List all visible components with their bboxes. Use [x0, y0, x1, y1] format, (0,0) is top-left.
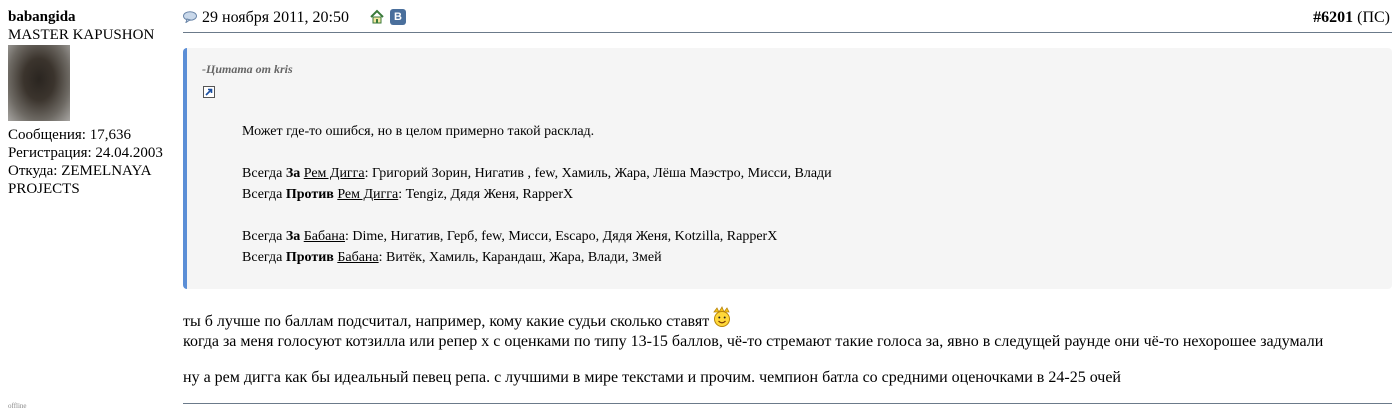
post-divider — [183, 403, 1392, 404]
quote-bold: Против — [285, 187, 334, 202]
post-number-suffix: (ПС) — [1353, 9, 1390, 26]
user-posts: Сообщения: 17,636 — [8, 127, 131, 143]
post-icon — [183, 10, 198, 28]
quote-prefix: Всегда — [242, 166, 286, 181]
quote-line: Всегда Против Бабана: Витёк, Хамиль, Кар… — [242, 247, 832, 268]
quote-name: Рем Дигга — [303, 166, 365, 181]
link-icon[interactable] — [203, 86, 215, 98]
message-text: ты б лучше по баллам подсчитал, например… — [183, 313, 710, 330]
quote-name: Рем Дигга — [337, 187, 399, 202]
quote-rest: : Dime, Нигатив, Герб, few, Мисси, Escap… — [345, 229, 778, 244]
post-number[interactable]: #6201 (ПС) — [1313, 9, 1390, 27]
user-panel: babangida MASTER KAPUSHON Сообщения: 17,… — [8, 8, 176, 198]
quote-prefix: Всегда — [242, 250, 286, 265]
quote-prefix: Всегда — [242, 229, 286, 244]
post-date: 29 ноября 2011, 20:50 — [202, 9, 349, 26]
quote-rest: : Витёк, Хамиль, Карандаш, Жара, Влади, … — [378, 250, 662, 265]
user-registration: Регистрация: 24.04.2003 — [8, 145, 163, 161]
post-header: 29 ноября 2011, 20:50 В #6201 (ПС) — [183, 8, 1392, 33]
quote-title: -Цитата от kris — [202, 62, 293, 76]
quote-line: Всегда Против Рем Дигга: Tengiz, Дядя Же… — [242, 184, 832, 205]
quote-rest: : Tengiz, Дядя Женя, RapperX — [398, 187, 574, 202]
quote-block: -Цитата от kris Может где-то ошибся, но … — [183, 48, 1392, 289]
offline-status: offline — [8, 402, 27, 410]
quote-name: Бабана — [337, 250, 379, 265]
post-message: ты б лучше по баллам подсчитал, например… — [183, 306, 1323, 387]
post-number-value: #6201 — [1313, 9, 1354, 26]
quote-prefix: Всегда — [242, 187, 286, 202]
message-line: ну а рем дигга как бы идеальный певец ре… — [183, 369, 1121, 386]
smiley-icon — [711, 306, 733, 333]
quote-bold: За — [285, 229, 301, 244]
quote-rest: : Григорий Зорин, Нигатив , few, Хамиль,… — [364, 166, 832, 181]
vk-icon[interactable]: В — [390, 9, 406, 25]
quote-intro: Может где-то ошибся, но в целом примерно… — [242, 124, 595, 139]
message-line: когда за меня голосуют котзилла или репе… — [183, 333, 1324, 350]
message-line: ты б лучше по баллам подсчитал, например… — [183, 306, 1323, 333]
quote-name: Бабана — [303, 229, 346, 244]
avatar[interactable] — [8, 45, 70, 121]
user-location: Откуда: ZEMELNAYA PROJECTS — [8, 163, 151, 197]
home-icon[interactable] — [369, 9, 385, 30]
user-rank: MASTER KAPUSHON — [8, 27, 155, 43]
username[interactable]: babangida — [8, 8, 176, 26]
quote-bold: За — [285, 166, 301, 181]
quote-body: Может где-то ошибся, но в целом примерно… — [242, 121, 832, 268]
quote-line: Всегда За Бабана: Dime, Нигатив, Герб, f… — [242, 226, 832, 247]
quote-line: Всегда За Рем Дигга: Григорий Зорин, Ниг… — [242, 163, 832, 184]
quote-bold: Против — [285, 250, 334, 265]
